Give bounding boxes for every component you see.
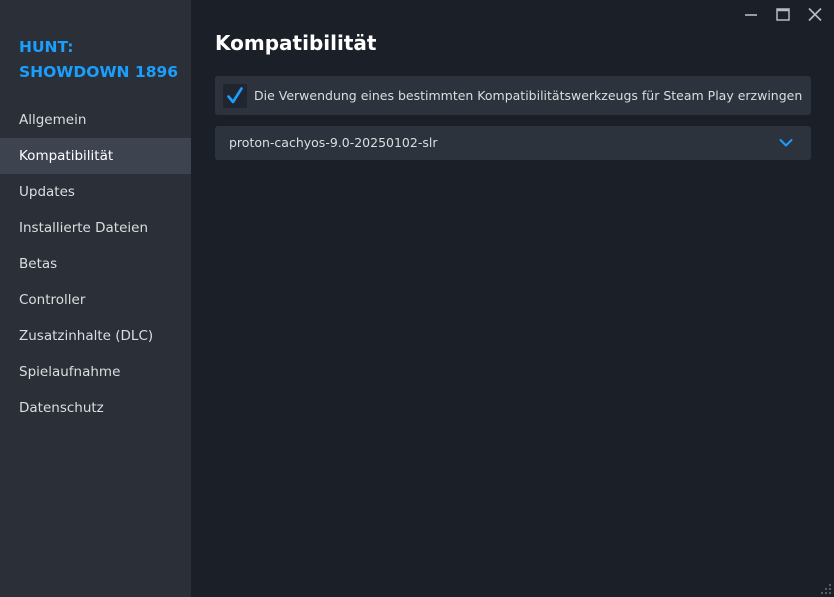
close-button[interactable] <box>804 5 826 25</box>
sidebar-item-updates[interactable]: Updates <box>0 174 191 210</box>
sidebar-item-allgemein[interactable]: Allgemein <box>0 102 191 138</box>
resize-grip-icon[interactable] <box>820 583 832 595</box>
maximize-button[interactable] <box>772 5 794 25</box>
close-icon <box>808 7 822 22</box>
force-compat-tool-label: Die Verwendung eines bestimmten Kompatib… <box>254 88 803 103</box>
minimize-icon <box>745 14 757 16</box>
sidebar-item-kompatibilitaet[interactable]: Kompatibilität <box>0 138 191 174</box>
sidebar-nav: Allgemein Kompatibilität Updates Install… <box>0 102 191 426</box>
compat-tool-select-value: proton-cachyos-9.0-20250102-slr <box>229 135 438 150</box>
chevron-down-icon <box>779 139 793 147</box>
main-panel: Kompatibilität Die Verwendung eines best… <box>191 0 834 597</box>
force-compat-tool-row[interactable]: Die Verwendung eines bestimmten Kompatib… <box>215 76 811 115</box>
sidebar-item-spielaufnahme[interactable]: Spielaufnahme <box>0 354 191 390</box>
window-controls <box>740 5 830 25</box>
sidebar-item-zusatzinhalte[interactable]: Zusatzinhalte (DLC) <box>0 318 191 354</box>
maximize-icon <box>776 8 790 21</box>
game-title: HUNT: SHOWDOWN 1896 <box>19 38 179 81</box>
sidebar-item-controller[interactable]: Controller <box>0 282 191 318</box>
checkmark-icon <box>227 87 243 104</box>
minimize-button[interactable] <box>740 5 762 25</box>
force-compat-tool-checkbox[interactable] <box>223 84 247 108</box>
sidebar: HUNT: SHOWDOWN 1896 Allgemein Kompatibil… <box>0 0 191 597</box>
page-title: Kompatibilität <box>215 31 377 55</box>
sidebar-item-installierte-dateien[interactable]: Installierte Dateien <box>0 210 191 246</box>
sidebar-item-betas[interactable]: Betas <box>0 246 191 282</box>
sidebar-item-datenschutz[interactable]: Datenschutz <box>0 390 191 426</box>
compat-tool-select[interactable]: proton-cachyos-9.0-20250102-slr <box>215 126 811 160</box>
